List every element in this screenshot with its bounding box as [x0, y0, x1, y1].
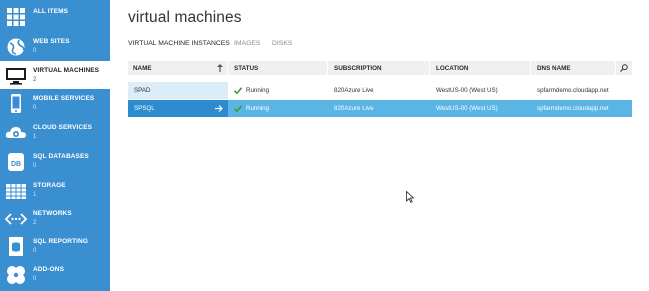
- grid-icon: [5, 6, 27, 28]
- column-header-label: DNS NAME: [537, 64, 571, 72]
- network-icon: [5, 208, 27, 230]
- tab-disks[interactable]: DISKS: [272, 40, 292, 47]
- sidebar-item-virtual-machines[interactable]: VIRTUAL MACHINES 2: [0, 61, 110, 89]
- report-icon: [5, 236, 27, 258]
- check-icon: [234, 87, 242, 94]
- sidebar-item-count: 0: [33, 248, 37, 254]
- column-header-name[interactable]: NAME: [128, 61, 228, 75]
- sidebar-item-count: 0: [33, 48, 37, 54]
- gear-icon: [5, 122, 27, 144]
- sidebar-item-label: SQL REPORTING: [33, 238, 88, 245]
- sidebar-item-count: 2: [33, 220, 37, 226]
- search-icon: [620, 64, 628, 72]
- column-header-label: NAME: [133, 64, 152, 72]
- sidebar-item-count: 0: [33, 105, 37, 111]
- sidebar-item-label: ADD-ONS: [33, 266, 65, 273]
- addons-icon: [5, 264, 27, 286]
- database-icon: DB: [5, 151, 27, 173]
- column-header-label: STATUS: [234, 64, 259, 72]
- sidebar-item-label: STORAGE: [33, 182, 66, 189]
- sidebar-item-storage[interactable]: STORAGE 1: [0, 176, 110, 204]
- tab-images[interactable]: IMAGES: [234, 40, 260, 47]
- table-row[interactable]: SPSQL Running 820Azure Live WestUS-00 (W…: [128, 100, 632, 117]
- sidebar-item-label: VIRTUAL MACHINES: [33, 67, 100, 74]
- vm-dns-name[interactable]: spfarmdemo.cloudapp.net: [537, 82, 609, 99]
- sidebar-item-sql-databases[interactable]: DB SQL DATABASES 0: [0, 147, 110, 175]
- column-header-label: SUBSCRIPTION: [334, 64, 382, 72]
- vm-name-cell[interactable]: SPAD: [128, 82, 228, 99]
- sidebar-item-count: 1: [33, 134, 37, 140]
- page-title: virtual machines: [128, 9, 242, 26]
- column-header-subscription[interactable]: SUBSCRIPTION: [329, 61, 430, 75]
- vm-status-cell: Running: [234, 100, 269, 117]
- sidebar-item-label: NETWORKS: [33, 210, 72, 217]
- sidebar-item-networks[interactable]: NETWORKS 2: [0, 204, 110, 232]
- column-header-label: LOCATION: [436, 64, 469, 72]
- vm-name-cell[interactable]: SPSQL: [128, 100, 228, 117]
- column-header-dns-name[interactable]: DNS NAME: [532, 61, 616, 75]
- sidebar-item-label: MOBILE SERVICES: [33, 95, 95, 102]
- sidebar-item-all-items[interactable]: ALL ITEMS: [0, 2, 110, 30]
- storage-icon: [5, 180, 27, 202]
- svg-text:DB: DB: [11, 161, 21, 168]
- sidebar-item-count: 0: [33, 163, 37, 169]
- vm-status: Running: [246, 105, 270, 112]
- monitor-icon: [5, 65, 27, 87]
- check-icon: [234, 105, 242, 112]
- vm-subscription: 820Azure Live: [334, 105, 374, 112]
- globe-icon: [5, 36, 27, 58]
- mouse-pointer-icon: [406, 191, 414, 203]
- sidebar-item-sql-reporting[interactable]: SQL REPORTING 0: [0, 232, 110, 260]
- vm-subscription: 820Azure Live: [334, 87, 374, 94]
- sidebar-item-add-ons[interactable]: ADD-ONS 0: [0, 260, 110, 288]
- sidebar-item-label: ALL ITEMS: [33, 8, 69, 15]
- tab-virtual-machine-instances[interactable]: VIRTUAL MACHINE INSTANCES: [128, 40, 230, 47]
- table-row[interactable]: SPAD Running 820Azure Live WestUS-00 (We…: [128, 82, 632, 99]
- arrow-right-icon[interactable]: [215, 105, 223, 112]
- vm-location: WestUS-00 (West US): [436, 87, 498, 94]
- main-content: virtual machines VIRTUAL MACHINE INSTANC…: [110, 0, 649, 291]
- vm-name: SPAD: [134, 87, 151, 94]
- sidebar-item-label: SQL DATABASES: [33, 153, 89, 160]
- vm-dns-name[interactable]: spfarmdemo.cloudapp.net: [537, 100, 609, 117]
- sidebar-item-count: 0: [33, 276, 37, 282]
- vm-status: Running: [246, 87, 270, 94]
- sidebar-item-label: WEB SITES: [33, 38, 70, 45]
- sort-up-arrow-icon: [217, 64, 223, 72]
- sidebar: ALL ITEMS WEB SITES 0 VIRTUAL MACHINES 2…: [0, 0, 110, 291]
- sidebar-item-mobile-services[interactable]: MOBILE SERVICES 0: [0, 89, 110, 117]
- vm-location: WestUS-00 (West US): [436, 105, 498, 112]
- sidebar-item-count: 2: [33, 77, 37, 83]
- search-button[interactable]: [616, 61, 632, 75]
- vm-status-cell: Running: [234, 82, 269, 99]
- phone-icon: [5, 93, 27, 115]
- sidebar-item-web-sites[interactable]: WEB SITES 0: [0, 32, 110, 60]
- column-header-status[interactable]: STATUS: [229, 61, 328, 75]
- sidebar-item-cloud-services[interactable]: CLOUD SERVICES 1: [0, 118, 110, 146]
- vm-name: SPSQL: [134, 105, 155, 112]
- sidebar-item-count: 1: [33, 192, 37, 198]
- column-header-location[interactable]: LOCATION: [431, 61, 531, 75]
- sidebar-item-label: CLOUD SERVICES: [33, 124, 93, 131]
